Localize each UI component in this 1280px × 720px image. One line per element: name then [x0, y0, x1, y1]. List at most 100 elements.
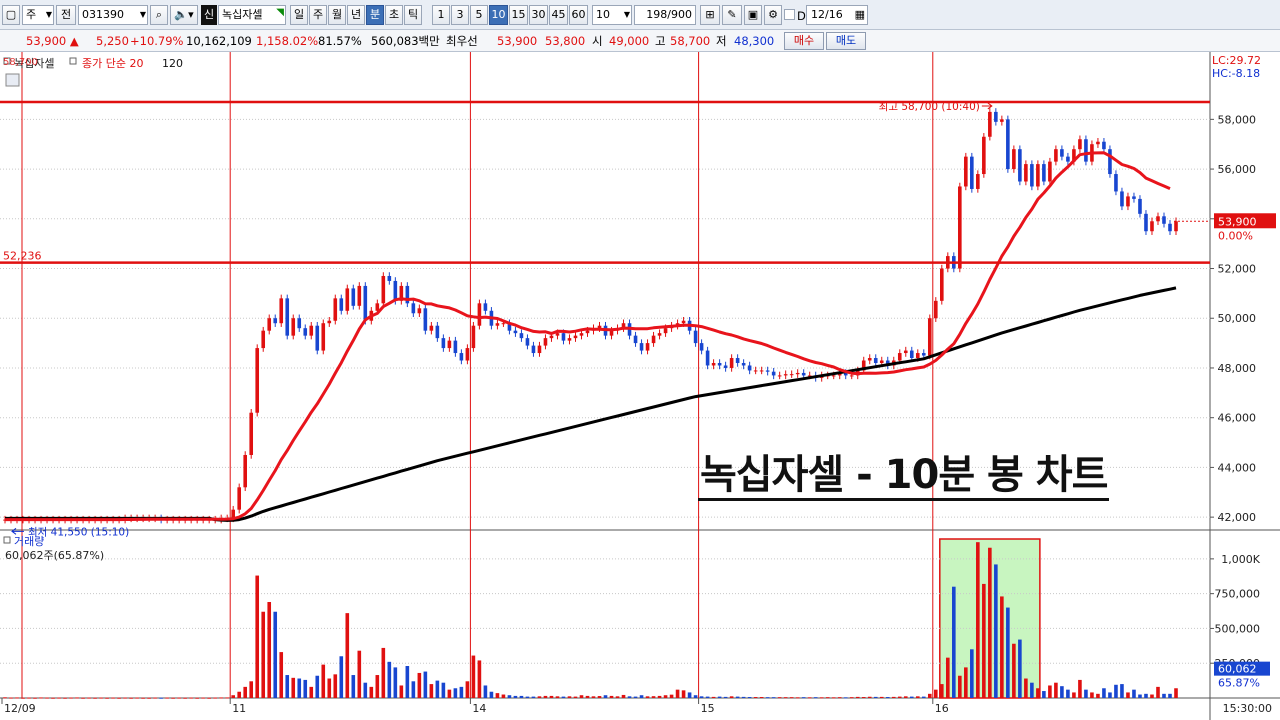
save-icon[interactable]: ▣	[744, 5, 762, 25]
candle-body	[333, 298, 338, 321]
calendar-icon[interactable]: ▦	[855, 6, 865, 24]
volume-bar	[681, 690, 686, 698]
volume-bar	[1144, 693, 1148, 698]
interval-button[interactable]: 5	[470, 5, 488, 25]
volume-pct-label: 65.87%	[1218, 677, 1260, 690]
candle-body	[1048, 161, 1052, 182]
volume-bar	[195, 697, 199, 699]
volume-bar	[267, 602, 272, 698]
candle-body	[435, 325, 440, 339]
draw-tool-icon[interactable]: ✎	[722, 5, 742, 25]
interval-button[interactable]: 15	[509, 5, 528, 25]
candle-body	[771, 371, 776, 376]
period-button[interactable]: 초	[385, 5, 403, 25]
stock-code-input[interactable]: 031390 ▼	[78, 5, 148, 25]
calendar-icon[interactable]	[5, 73, 20, 87]
volume-bar	[988, 547, 992, 698]
price-chart[interactable]: 42,00044,00046,00048,00050,00052,00054,0…	[0, 52, 1280, 720]
volume-bar	[549, 695, 554, 698]
candle-body	[747, 365, 752, 371]
volume-bar	[946, 657, 950, 698]
volume-bar	[819, 697, 824, 699]
candle-body	[477, 303, 482, 326]
volume-bar	[952, 586, 956, 698]
search-icon[interactable]: ⌕	[150, 5, 168, 25]
candle-body	[453, 340, 458, 354]
candle-body	[1096, 141, 1100, 145]
interval-button[interactable]: 60	[569, 5, 588, 25]
volume-bar	[249, 681, 254, 698]
candle-body	[447, 340, 452, 349]
interval-button[interactable]: 10	[489, 5, 508, 25]
count-input[interactable]: 198/900	[634, 5, 696, 25]
candle-body	[519, 333, 524, 339]
interval-select[interactable]: 10 ▼	[592, 5, 632, 25]
volume-bar	[1126, 692, 1130, 698]
price-tick-label: 56,000	[1218, 163, 1257, 176]
candle-body	[501, 323, 506, 325]
period-button[interactable]: 월	[328, 5, 346, 25]
sell-button[interactable]: 매도	[826, 32, 866, 50]
volume-bar	[459, 686, 464, 698]
volume-bar	[519, 695, 524, 698]
date-input[interactable]: 12/16 ▦	[806, 5, 868, 25]
candle-body	[729, 358, 734, 368]
volume-bar	[165, 697, 169, 699]
stock-name-field[interactable]: 녹십자셀 ◥	[218, 5, 286, 25]
chevron-down-icon: ▼	[623, 10, 630, 19]
period-button[interactable]: 주	[309, 5, 327, 25]
price-change: 5,250	[96, 34, 129, 48]
corner-marker-icon: ◥	[276, 7, 284, 18]
volume-bar	[795, 697, 800, 699]
current-price-tag-label: 53,900	[1218, 215, 1257, 228]
candle-body	[327, 320, 332, 324]
candle-body	[555, 333, 560, 336]
volume-bar	[669, 694, 674, 698]
volume-bar	[177, 697, 181, 699]
candle-body	[309, 325, 314, 336]
period-button[interactable]: 년	[347, 5, 365, 25]
all-button[interactable]: 전	[56, 5, 76, 25]
candle-body	[573, 335, 578, 339]
candle-body	[903, 350, 908, 354]
volume-bar	[639, 695, 644, 698]
interval-button[interactable]: 1	[432, 5, 450, 25]
volume-bar	[111, 697, 115, 699]
gear-icon[interactable]: ⚙	[764, 5, 782, 25]
candle-body	[645, 343, 650, 351]
window-icon[interactable]: ▢	[2, 5, 20, 25]
candle-body	[525, 338, 530, 346]
speaker-icon[interactable]: 🔈▾	[170, 5, 198, 25]
volume-legend-label: 거래량	[14, 535, 44, 548]
period-button[interactable]: 틱	[404, 5, 422, 25]
volume-bar	[537, 696, 542, 698]
legend-top-value: 58,700	[3, 57, 38, 68]
volume-bar	[483, 685, 488, 698]
buy-button[interactable]: 매수	[784, 32, 824, 50]
candle-body	[693, 330, 698, 344]
grid-tool-icon[interactable]: ⊞	[700, 5, 720, 25]
volume-bar	[1066, 689, 1070, 698]
candle-body	[297, 318, 302, 329]
candle-body	[964, 156, 968, 187]
date-value: 12/16	[811, 8, 843, 21]
volume-bar	[909, 696, 914, 698]
interval-button[interactable]: 30	[529, 5, 548, 25]
period-button[interactable]: 분	[366, 5, 384, 25]
volume-bar	[723, 696, 728, 698]
interval-button[interactable]: 3	[451, 5, 469, 25]
period-button[interactable]: 일	[290, 5, 308, 25]
volume-bar	[1156, 686, 1160, 698]
candle-body	[417, 308, 422, 314]
volume-bar	[747, 697, 752, 699]
type-select[interactable]: 주 ▼	[22, 5, 54, 25]
volume-bar	[237, 691, 242, 698]
candle-body	[867, 358, 872, 361]
volume-bar	[729, 696, 734, 698]
candle-body	[988, 111, 992, 137]
date-checkbox[interactable]	[784, 9, 795, 20]
volume-bar	[39, 697, 43, 699]
volume-bar	[393, 667, 398, 698]
interval-button[interactable]: 45	[549, 5, 568, 25]
volume-bar	[147, 697, 151, 699]
